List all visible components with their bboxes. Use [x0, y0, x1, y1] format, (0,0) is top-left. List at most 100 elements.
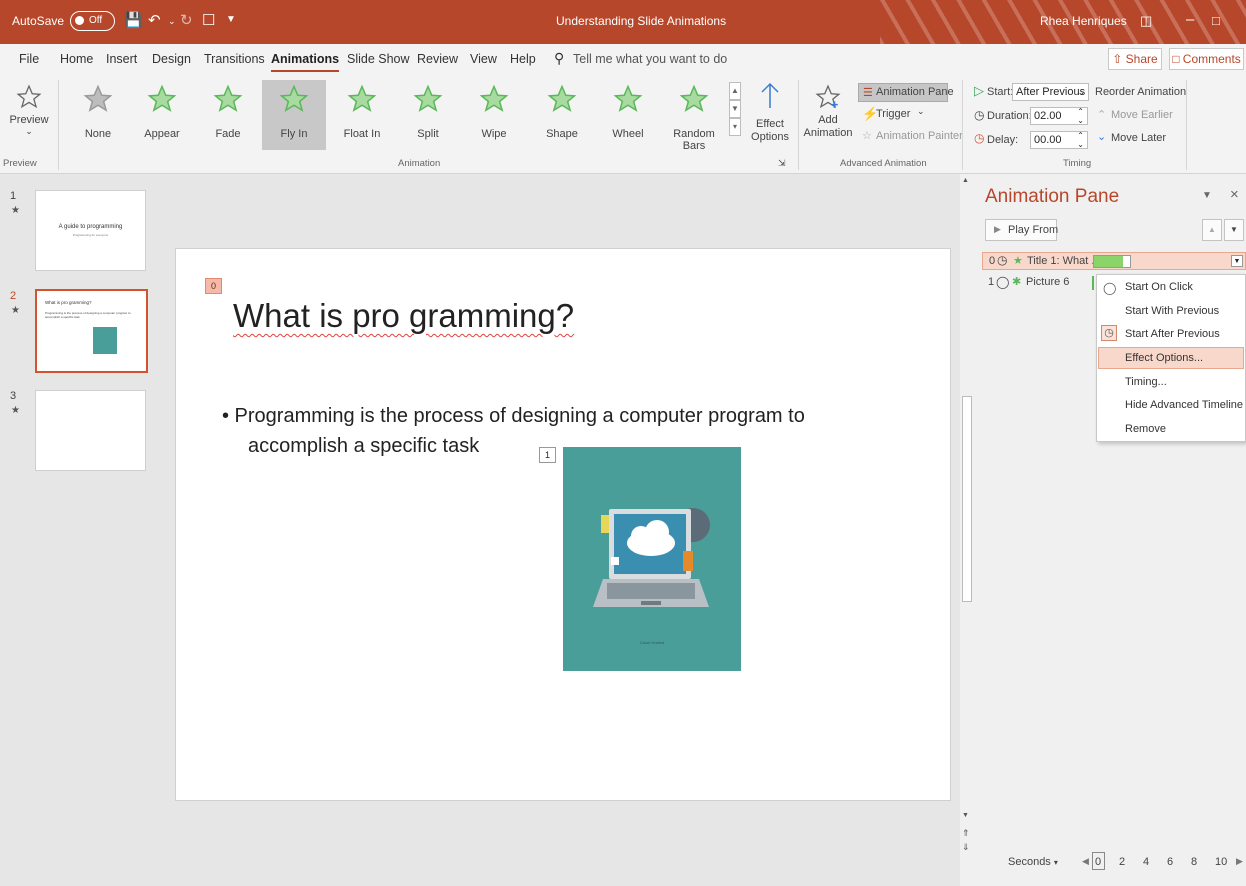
minimize-icon[interactable]: – — [1186, 11, 1194, 28]
scroll-thumb[interactable] — [962, 396, 972, 602]
animation-tag-title[interactable]: 0 — [205, 278, 222, 294]
trigger-button[interactable]: ⚡ Trigger ⌄ — [862, 105, 942, 123]
tab-design[interactable]: Design — [152, 52, 191, 66]
menu-start-on-click[interactable]: Start On Click — [1125, 281, 1193, 293]
tab-view[interactable]: View — [470, 52, 497, 66]
menu-effect-options[interactable]: Effect Options... — [1125, 352, 1203, 364]
animation-shape[interactable]: Shape — [530, 80, 594, 150]
slide-scrollbar[interactable]: ▲ ▼ ⇑ ⇓ — [960, 174, 974, 886]
delay-input[interactable]: 00.00 ⌃ ⌄ — [1030, 131, 1088, 149]
animation-split[interactable]: Split — [396, 80, 460, 150]
close-icon[interactable]: × — [1230, 186, 1239, 203]
next-slide-icon[interactable]: ⇓ — [962, 842, 970, 853]
comments-button[interactable]: □ Comments — [1169, 48, 1244, 70]
seconds-dropdown[interactable]: Seconds ▾ — [1008, 856, 1058, 868]
timeline-right-icon[interactable]: ▶ — [1236, 856, 1243, 867]
tell-me-search[interactable]: Tell me what you want to do — [573, 52, 727, 66]
animation-wheel[interactable]: Wheel — [596, 80, 660, 150]
previous-slide-icon[interactable]: ⇑ — [962, 828, 970, 839]
thumb-picture — [93, 327, 117, 354]
menu-timing[interactable]: Timing... — [1125, 376, 1167, 388]
move-up-icon[interactable]: ▲ — [1202, 219, 1222, 241]
move-earlier-button[interactable]: ⌃ Move Earlier — [1097, 106, 1182, 124]
animation-appear[interactable]: Appear — [130, 80, 194, 150]
timeline-tick: 8 — [1191, 856, 1198, 868]
item-dropdown-icon[interactable]: ▼ — [1231, 255, 1243, 267]
menu-remove[interactable]: Remove — [1125, 423, 1166, 435]
menu-hide-advanced-timeline[interactable]: Hide Advanced Timeline — [1125, 399, 1243, 411]
animation-tag-picture[interactable]: 1 — [539, 447, 556, 463]
start-select[interactable]: After Previous ⌄ — [1012, 83, 1089, 101]
animation-label: None — [84, 128, 112, 140]
redo-icon[interactable]: ↻ — [180, 11, 193, 29]
customize-toolbar-icon[interactable]: ▼ — [226, 14, 236, 25]
slide-title[interactable]: What is pro gramming? — [233, 297, 574, 335]
tab-insert[interactable]: Insert — [106, 52, 137, 66]
star-none-icon — [83, 84, 113, 112]
scroll-down-icon[interactable]: ▼ — [962, 812, 969, 819]
dialog-launcher-icon[interactable]: ⇲ — [778, 158, 786, 169]
menu-start-after-previous[interactable]: Start After Previous — [1125, 328, 1220, 340]
spinner-icon[interactable]: ⌃ ⌄ — [1077, 131, 1084, 149]
search-icon: ⚲ — [554, 50, 565, 66]
duration-input[interactable]: 02.00 ⌃ ⌄ — [1030, 107, 1088, 125]
spinner-icon[interactable]: ⌃ ⌄ — [1077, 107, 1084, 125]
tab-animations[interactable]: Animations — [271, 52, 340, 72]
pane-options-icon[interactable]: ▼ — [1202, 190, 1212, 201]
autosave-toggle[interactable]: Off — [70, 11, 115, 31]
slide-picture[interactable]: Cloud Hosted — [563, 447, 741, 671]
tab-file[interactable]: File — [19, 52, 39, 66]
ribbon-display-icon[interactable]: ◫ — [1140, 13, 1152, 29]
gallery-more[interactable]: ▾ — [729, 118, 741, 136]
trigger-dropdown-icon: ⌄ — [917, 106, 925, 116]
user-name[interactable]: Rhea Henriques — [1040, 14, 1127, 28]
clock-icon: ◷ — [1101, 325, 1117, 341]
menu-start-with-previous[interactable]: Start With Previous — [1125, 305, 1219, 317]
slide-canvas[interactable]: 0 What is pro gramming? • Programming is… — [175, 248, 951, 801]
undo-dropdown-icon[interactable]: ⌄ — [168, 16, 176, 27]
tab-home[interactable]: Home — [60, 52, 93, 66]
effect-options-button[interactable]: Effect Options — [745, 80, 795, 152]
tab-review[interactable]: Review — [417, 52, 458, 66]
tab-help[interactable]: Help — [510, 52, 536, 66]
animation-fade[interactable]: Fade — [196, 80, 260, 150]
timeline-tick: 2 — [1119, 856, 1126, 868]
share-button[interactable]: ⇧ Share — [1108, 48, 1162, 70]
slide-bullet-line1[interactable]: • Programming is the process of designin… — [222, 405, 805, 428]
animation-pane-button[interactable]: ☰ Animation Pane — [858, 83, 954, 102]
animation-wipe[interactable]: Wipe — [462, 80, 526, 150]
animation-none[interactable]: None — [66, 80, 130, 150]
animation-item-1[interactable]: 1 ◯ ✱ Picture 6 — [982, 274, 1112, 292]
slide-bullet-line2[interactable]: accomplish a specific task — [248, 435, 479, 458]
timeline-left-icon[interactable]: ◀ — [1082, 856, 1089, 867]
animation-fly-in[interactable]: Fly In — [262, 80, 326, 150]
slide-thumbnail-1[interactable]: A guide to programming Programming for e… — [35, 190, 146, 271]
start-icon: ▷ — [974, 83, 984, 98]
animation-painter-button[interactable]: ☆ Animation Painter — [862, 127, 963, 145]
divider — [1186, 80, 1187, 170]
timeline-bar[interactable] — [1093, 255, 1131, 268]
move-down-icon[interactable]: ▼ — [1224, 219, 1244, 241]
play-from-button[interactable]: ▶ Play From — [985, 219, 1058, 241]
title-bar: AutoSave Off 💾 ↶ ⌄ ↻ ☐ ▼ Understanding S… — [0, 0, 1246, 44]
animation-float-in[interactable]: Float In — [330, 80, 394, 150]
tab-transitions[interactable]: Transitions — [204, 52, 265, 66]
animation-random-bars[interactable]: Random Bars — [662, 80, 726, 152]
undo-icon[interactable]: ↶ — [148, 11, 161, 29]
add-animation-button[interactable]: Add Animation — [802, 80, 854, 152]
present-icon[interactable]: ☐ — [202, 11, 215, 29]
autosave-state: Off — [89, 15, 103, 26]
preview-button[interactable]: Preview ⌄ — [2, 80, 56, 152]
animation-item-0[interactable]: 0 ◷ ★ Title 1: What ... ▼ — [982, 252, 1246, 270]
slide-thumbnail-2[interactable]: What is pro gramming? Programming is the… — [35, 289, 148, 373]
maximize-icon[interactable]: □ — [1212, 13, 1220, 28]
timeline-tick: 6 — [1167, 856, 1174, 868]
tab-slide-show[interactable]: Slide Show — [347, 52, 410, 66]
save-icon[interactable]: 💾 — [124, 11, 143, 29]
move-later-button[interactable]: ⌄ Move Later — [1097, 129, 1182, 147]
scroll-up-icon[interactable]: ▲ — [962, 177, 969, 184]
share-label: Share — [1125, 52, 1158, 66]
gallery-scroll-down[interactable]: ▼ — [729, 100, 741, 118]
slide-thumbnail-3[interactable] — [35, 390, 146, 471]
gallery-scroll-up[interactable]: ▲ — [729, 82, 741, 100]
